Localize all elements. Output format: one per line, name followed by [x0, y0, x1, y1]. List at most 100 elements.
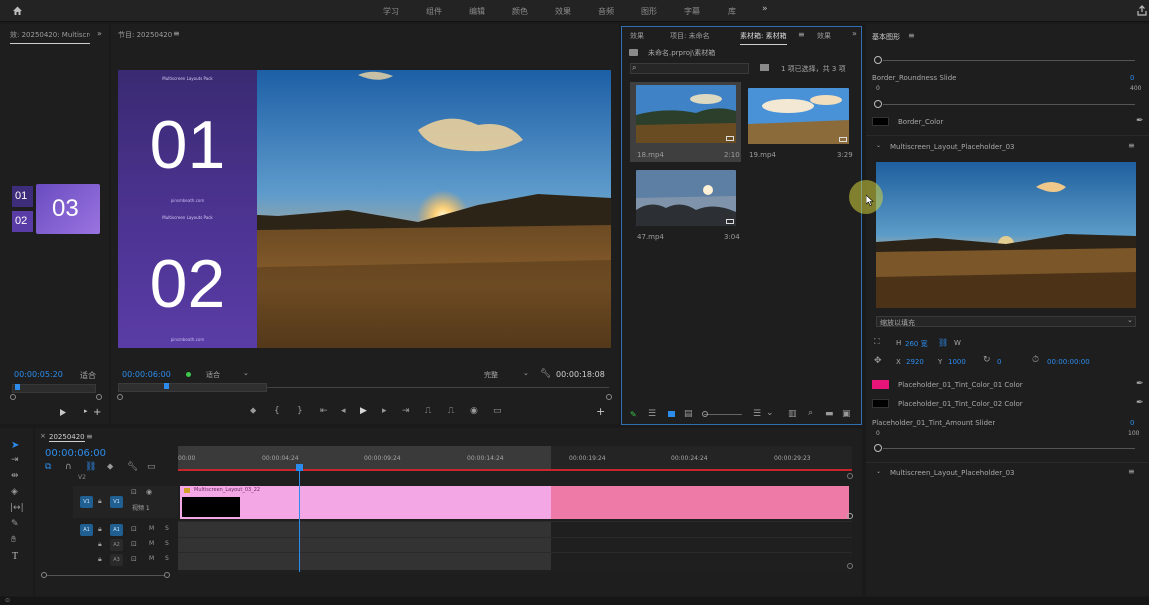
panel-menu-icon[interactable]: ≡	[908, 31, 915, 40]
slip-tool-icon[interactable]: |↔|	[10, 503, 24, 513]
tint1-color-swatch[interactable]	[872, 380, 889, 389]
solo-icon[interactable]: S	[165, 525, 169, 532]
hand-tool-icon[interactable]: ✋︎	[11, 535, 16, 545]
group-collapse-icon[interactable]: ⌄	[876, 468, 881, 475]
sequence-menu-icon[interactable]: ≡	[86, 432, 93, 441]
program-panel-title[interactable]: 节目: 20250420	[118, 30, 172, 44]
go-to-out-icon[interactable]: ⇥	[402, 406, 410, 416]
clip-end-handle[interactable]	[847, 513, 853, 519]
panel-expand-icon[interactable]: »	[97, 29, 102, 38]
source-play-icon[interactable]	[59, 408, 67, 417]
group-collapse-icon[interactable]: ⌄	[876, 142, 881, 149]
fit-chevron-down-icon[interactable]: ⌄	[243, 369, 249, 377]
track-area[interactable]: Multiscreen_Layout_03_22	[178, 473, 853, 573]
program-zoom-handle-right[interactable]	[606, 394, 612, 400]
home-icon[interactable]	[12, 5, 23, 16]
border-roundness-value[interactable]: 0	[1130, 74, 1134, 82]
time-ruler[interactable]: 00:00 00:00:04:24 00:00:09:24 00:00:14:2…	[178, 446, 852, 471]
new-item-icon[interactable]: ▣	[842, 409, 851, 419]
lock-icon[interactable]: 🔒︎	[98, 555, 102, 564]
pos-x-value[interactable]: 2920	[906, 358, 924, 366]
sync-lock-icon[interactable]: ⊡	[131, 555, 137, 563]
add-marker-icon[interactable]: ⬥	[107, 462, 113, 472]
tint2-color-swatch[interactable]	[872, 399, 889, 408]
export-frame-camera-icon[interactable]: ◉	[470, 406, 478, 416]
track-target-a3[interactable]: A3	[110, 554, 123, 566]
track-end-handle[interactable]	[847, 563, 853, 569]
extract-icon[interactable]: ⎍	[448, 406, 454, 416]
bin-tab-menu-icon[interactable]: ≡	[798, 30, 805, 39]
source-timecode[interactable]: 00:00:05:20	[14, 370, 63, 379]
track-target-a1[interactable]: A1	[110, 524, 123, 536]
mute-icon[interactable]: M	[149, 540, 154, 547]
workspace-tab-assembly[interactable]: 组件	[426, 6, 442, 17]
border-roundness-slider-handle[interactable]	[874, 100, 882, 108]
program-scrub-bar[interactable]	[118, 383, 267, 392]
stopwatch-icon[interactable]: ⏱︎	[1032, 355, 1039, 365]
workspace-more-icon[interactable]: »	[762, 4, 768, 14]
height-value[interactable]: 260 宽	[905, 339, 928, 349]
timeline-playhead-icon[interactable]	[296, 464, 303, 471]
go-to-in-icon[interactable]: ⇤	[320, 406, 328, 416]
group-menu-icon[interactable]: ≡	[1128, 467, 1135, 476]
tab-project[interactable]: 项目: 未命名	[670, 31, 710, 45]
workspace-tab-libraries[interactable]: 库	[728, 6, 736, 17]
sync-lock-icon[interactable]: ⊡	[131, 525, 137, 533]
link-icon[interactable]: ⛓	[938, 338, 948, 347]
program-quality-dropdown[interactable]: 完整	[484, 370, 498, 380]
icon-view-icon[interactable]	[668, 411, 675, 417]
crop-icon[interactable]: ⛶	[874, 337, 880, 347]
comparison-view-icon[interactable]: ▭	[493, 406, 502, 416]
pen-tool-icon[interactable]: ✎	[11, 519, 19, 529]
workspace-tab-learn[interactable]: 学习	[383, 6, 399, 17]
track-target-v1[interactable]: V1	[110, 496, 123, 508]
workspace-tab-editing[interactable]: 编辑	[469, 6, 485, 17]
zoom-slider-handle[interactable]	[702, 411, 708, 417]
source-patch-a1[interactable]: A1	[80, 524, 93, 536]
step-forward-icon[interactable]: ▸	[382, 406, 387, 416]
timeline-clip[interactable]: Multiscreen_Layout_03_22	[180, 486, 849, 519]
razor-tool-icon[interactable]: ◈	[11, 487, 18, 497]
lift-icon[interactable]: ⎍	[425, 406, 431, 416]
clip-name[interactable]: 47.mp4	[637, 233, 664, 241]
new-bin-icon[interactable]: ▬	[825, 409, 834, 419]
slider-track[interactable]	[883, 60, 1135, 61]
source-scrub-bar[interactable]	[12, 384, 96, 393]
play-icon[interactable]: ▶	[360, 406, 367, 416]
eye-icon[interactable]: ◉	[146, 488, 152, 496]
scale-mode-dropdown[interactable]	[876, 316, 1136, 327]
source-add-button-icon[interactable]: +	[93, 407, 101, 418]
source-patch-v1[interactable]: V1	[80, 496, 93, 508]
mark-out-icon[interactable]: }	[297, 406, 303, 416]
track-end-handle[interactable]	[847, 473, 853, 479]
clip-thumbnail-47[interactable]	[636, 170, 736, 226]
mute-icon[interactable]: M	[149, 525, 154, 532]
bin-search-input[interactable]	[630, 63, 749, 74]
workspace-tab-effects[interactable]: 效果	[555, 6, 571, 17]
border-roundness-slider-track[interactable]	[883, 104, 1135, 105]
timeline-timecode[interactable]: 00:00:06:00	[45, 448, 106, 459]
settings-wrench-icon[interactable]: 🔧︎	[540, 369, 551, 379]
sort-chevron-down-icon[interactable]: ⌄	[766, 408, 774, 418]
tab-effects[interactable]: 效果	[630, 31, 644, 45]
list-view-icon[interactable]: ☰	[648, 409, 656, 419]
program-timecode[interactable]: 00:00:06:00	[122, 370, 171, 379]
eyedropper-icon[interactable]: ✒︎	[1136, 116, 1144, 126]
workspace-tab-graphics[interactable]: 图形	[641, 6, 657, 17]
program-video-frame[interactable]: Multiscreen Layouts Pack 01 pinsmbeath.c…	[118, 70, 611, 348]
clip-name[interactable]: 18.mp4	[637, 151, 664, 159]
lock-icon[interactable]: 🔒︎	[98, 525, 102, 534]
header-scroll-handle-right[interactable]	[164, 572, 170, 578]
tint-amount-slider-track[interactable]	[883, 448, 1135, 449]
program-zoom-handle-left[interactable]	[117, 394, 123, 400]
step-back-icon[interactable]: ◂	[341, 406, 346, 416]
clip-name[interactable]: 19.mp4	[749, 151, 776, 159]
pos-y-value[interactable]: 1000	[948, 358, 966, 366]
lock-icon[interactable]: 🔒︎	[98, 497, 102, 506]
pencil-icon[interactable]: ✎	[630, 410, 637, 419]
program-add-button-icon[interactable]: +	[596, 405, 605, 418]
tab-bin[interactable]: 素材箱: 素材箱	[740, 31, 787, 45]
program-fit-dropdown[interactable]: 适合	[206, 370, 220, 380]
slider-handle[interactable]	[874, 56, 882, 64]
source-playhead-icon[interactable]	[15, 384, 20, 390]
